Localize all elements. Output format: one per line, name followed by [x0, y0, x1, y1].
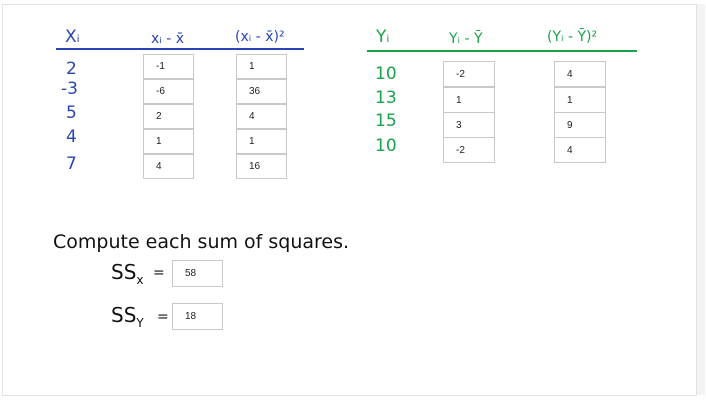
y-value: 15 — [375, 111, 397, 131]
ss-x-subscript: x — [136, 273, 144, 287]
y-squared-value: 1 — [567, 94, 573, 106]
x-deviation-value: 1 — [156, 136, 162, 147]
worksheet-canvas: Xᵢ xᵢ - x̄ (xᵢ - x̄)² 2 -3 5 4 7 -1 -6 2… — [2, 4, 697, 396]
x-deviation-input[interactable]: -1 — [143, 54, 194, 79]
x-deviation-value: 2 — [156, 111, 162, 122]
ss-x-equals: = — [153, 265, 165, 281]
y-squared-value: 4 — [567, 68, 573, 80]
ss-x-label-text: SS — [111, 260, 137, 284]
y-squared-input[interactable]: 4 — [554, 137, 606, 163]
x-squared-input[interactable]: 4 — [236, 104, 287, 129]
x-value: 5 — [66, 103, 77, 123]
x-squared-input[interactable]: 36 — [236, 79, 287, 104]
y-deviation-value: -2 — [456, 144, 465, 156]
x-squared-value: 1 — [249, 136, 255, 147]
ss-y-equals: = — [157, 309, 169, 325]
ss-y-value: 18 — [185, 311, 197, 322]
y-value: 10 — [375, 64, 397, 84]
x-deviation-input[interactable]: 2 — [143, 104, 194, 129]
ss-x-value: 58 — [185, 268, 197, 279]
x-squared-input[interactable]: 16 — [236, 154, 287, 179]
scrollbar-track[interactable] — [697, 4, 705, 395]
x-squared-value: 36 — [249, 86, 261, 97]
x-squared-value: 1 — [249, 61, 255, 72]
x-deviation-value: -6 — [156, 86, 165, 97]
x-deviation-input[interactable]: -6 — [143, 79, 194, 104]
x-squared-input[interactable]: 1 — [236, 129, 287, 154]
y-squared-value: 9 — [567, 119, 573, 131]
y-header-squared: (Yᵢ - Ȳ)² — [547, 29, 598, 45]
y-value: 13 — [375, 88, 397, 108]
y-value: 10 — [375, 136, 397, 156]
x-deviation-input[interactable]: 1 — [143, 129, 194, 154]
ss-y-subscript: Y — [136, 316, 144, 330]
y-deviation-value: 1 — [456, 94, 462, 106]
ss-y-label: SSY — [111, 303, 144, 330]
x-deviation-value: -1 — [156, 61, 165, 72]
y-header-underline — [367, 50, 637, 52]
y-deviation-input[interactable]: -2 — [443, 137, 495, 163]
x-value: 4 — [66, 127, 77, 147]
y-squared-value: 4 — [567, 144, 573, 156]
ss-x-input[interactable]: 58 — [172, 260, 223, 287]
ss-y-input[interactable]: 18 — [172, 303, 223, 330]
x-value: 7 — [66, 154, 77, 174]
x-header-values: Xᵢ — [65, 27, 80, 47]
y-squared-input[interactable]: 4 — [554, 61, 606, 87]
x-value: 2 — [66, 59, 77, 79]
sum-of-squares-prompt: Compute each sum of squares. — [53, 231, 350, 253]
y-header-deviation: Yᵢ - Ȳ — [449, 31, 483, 47]
y-header-values: Yᵢ — [376, 27, 390, 47]
y-deviation-input[interactable]: -2 — [443, 61, 495, 87]
y-deviation-input[interactable]: 1 — [443, 87, 495, 113]
x-header-squared: (xᵢ - x̄)² — [235, 29, 285, 45]
y-deviation-value: -2 — [456, 68, 465, 80]
y-squared-input[interactable]: 9 — [554, 112, 606, 138]
x-squared-value: 4 — [249, 111, 255, 122]
x-deviation-input[interactable]: 4 — [143, 154, 194, 179]
y-deviation-input[interactable]: 3 — [443, 112, 495, 138]
x-deviation-value: 4 — [156, 161, 162, 172]
y-deviation-value: 3 — [456, 119, 462, 131]
x-squared-value: 16 — [249, 161, 261, 172]
x-header-deviation: xᵢ - x̄ — [151, 31, 185, 47]
x-value: -3 — [61, 79, 78, 99]
x-squared-input[interactable]: 1 — [236, 54, 287, 79]
y-squared-input[interactable]: 1 — [554, 87, 606, 113]
ss-y-label-text: SS — [111, 303, 137, 327]
x-header-underline — [56, 48, 304, 50]
ss-x-label: SSx — [111, 260, 144, 287]
